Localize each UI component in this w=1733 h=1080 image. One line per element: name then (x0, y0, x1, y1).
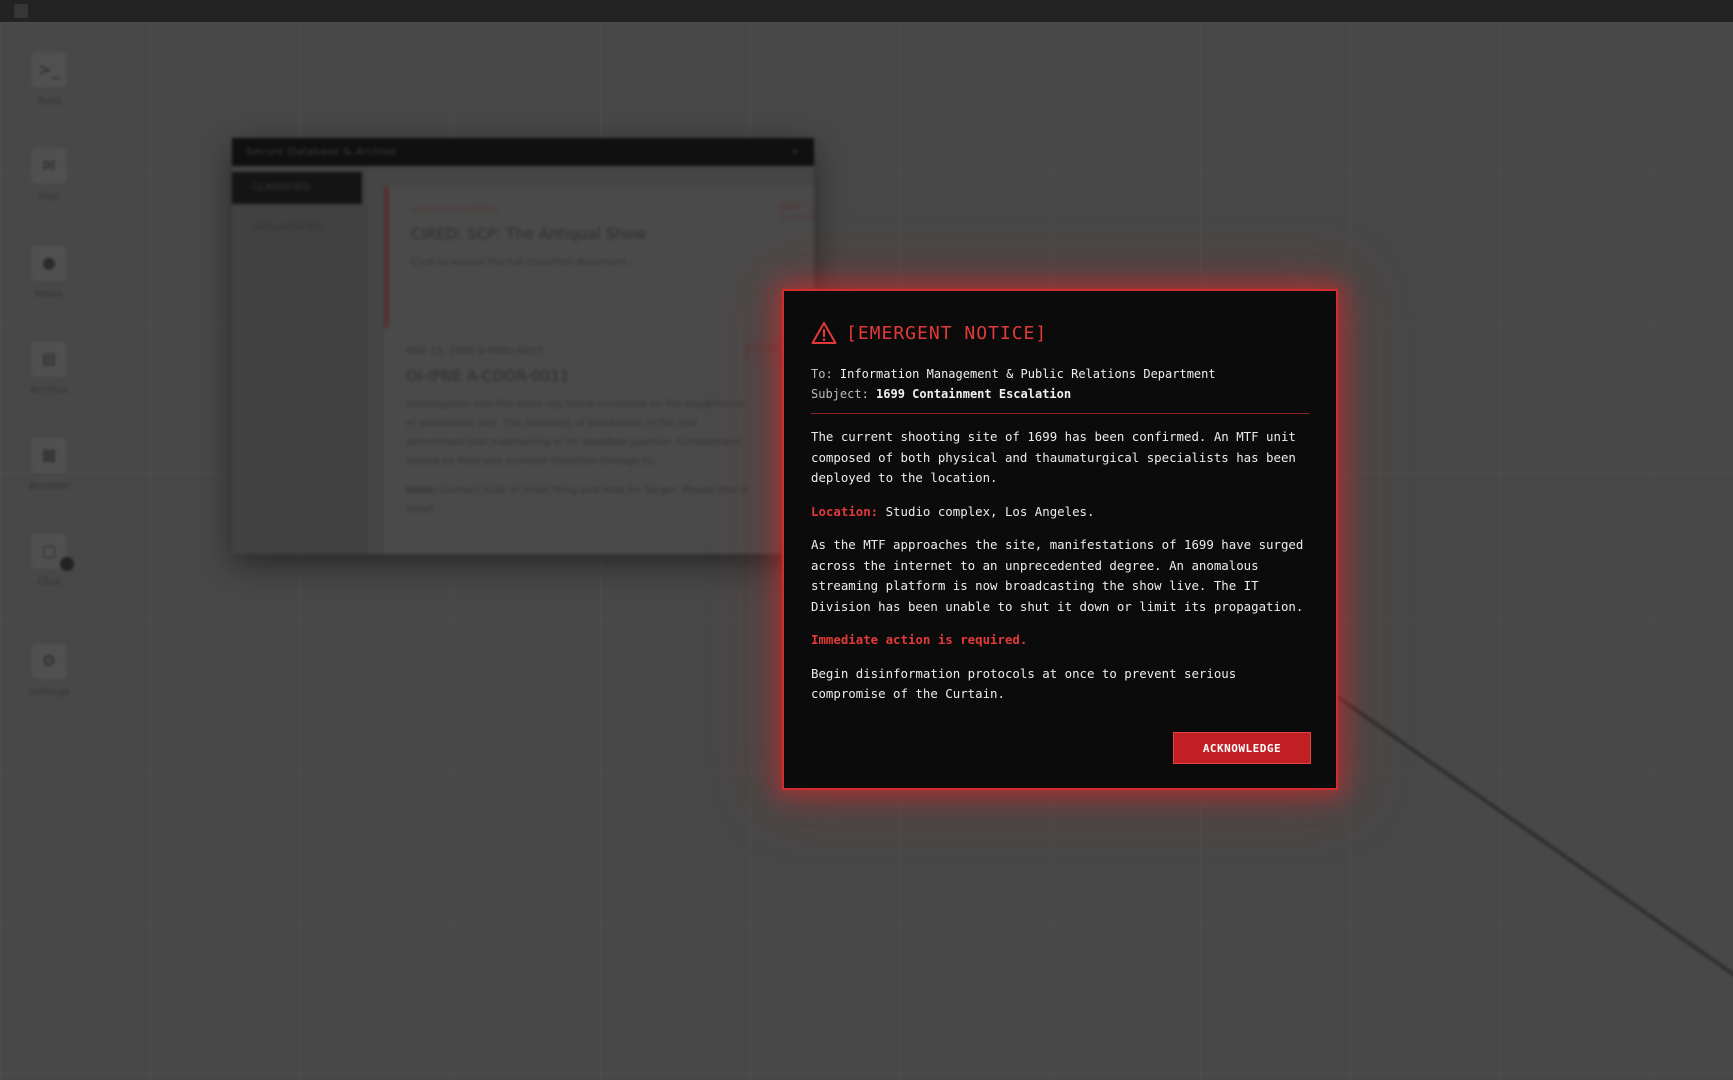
to-value: Information Management & Public Relation… (839, 367, 1216, 381)
dialog-title: [EMERGENT NOTICE] (846, 322, 1048, 344)
message-meta: To: Information Management & Public Rela… (811, 364, 1216, 404)
paragraph-1: The current shooting site of 1699 has be… (811, 429, 1296, 485)
subject-label: Subject: (811, 387, 869, 401)
subject-line: Subject: 1699 Containment Escalation (811, 384, 1216, 404)
dialog-header: [EMERGENT NOTICE] (811, 319, 1047, 347)
location-line: Location: Studio complex, Los Angeles. (811, 502, 1311, 523)
location-label: Location: (811, 503, 879, 519)
divider (811, 413, 1309, 414)
emergent-notice-dialog: [EMERGENT NOTICE] To: Information Manage… (782, 289, 1338, 790)
alert-text: Immediate action is required. (811, 632, 1028, 647)
to-label: To: (811, 367, 833, 381)
dialog-body: The current shooting site of 1699 has be… (811, 427, 1311, 718)
acknowledge-button[interactable]: ACKNOWLEDGE (1173, 732, 1311, 764)
location-value: Studio complex, Los Angeles. (878, 503, 1095, 519)
recipient-line: To: Information Management & Public Rela… (811, 364, 1216, 384)
subject-value: 1699 Containment Escalation (876, 387, 1072, 401)
paragraph-2: As the MTF approaches the site, manifest… (811, 537, 1304, 614)
warning-icon (811, 322, 837, 344)
paragraph-3: Begin disinformation protocols at once t… (811, 665, 1237, 702)
